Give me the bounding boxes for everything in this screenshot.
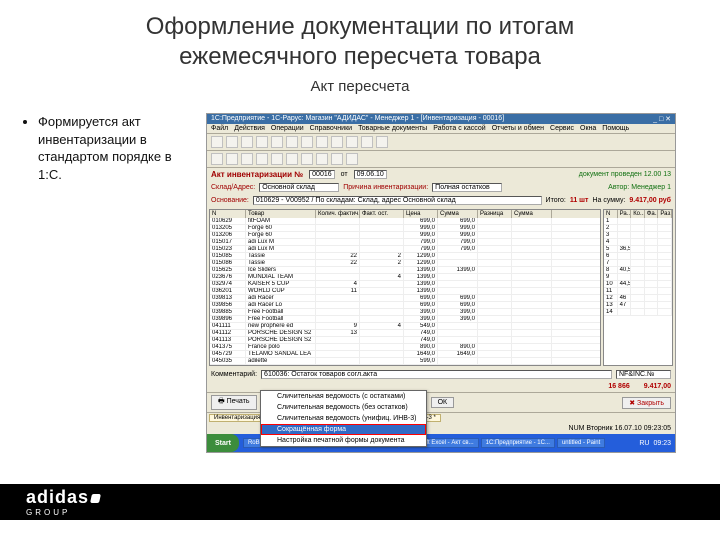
ok-button[interactable]: ОК	[431, 397, 455, 408]
bullet-text: Формируется акт инвентаризации в стандар…	[24, 113, 194, 453]
table-row[interactable]: 041113PORSCHE DESIGN S2749,0	[210, 337, 600, 344]
menu-bar[interactable]: Файл Действия Операции Справочники Товарные …	[207, 124, 675, 134]
table-row[interactable]: 039856adi Racer Lo699,0699,0	[210, 302, 600, 309]
basis-field[interactable]: 010629 - V00952 / По складам: Склад, адр…	[253, 196, 542, 205]
table-row[interactable]: 032974KAISER 5 CUP41399,0	[210, 281, 600, 288]
taskbar-item[interactable]: 1С:Предприятие - 1С...	[481, 438, 555, 448]
window-titlebar: 1С:Предприятие - 1С-Рарус: Магазин "АДИД…	[207, 114, 675, 124]
side-grid[interactable]: NРа...Ко...Фа...Раз... 1234536,567840,59…	[603, 209, 673, 366]
table-row[interactable]: 1	[604, 218, 672, 225]
table-row[interactable]: 015625Ice Sliders1399,01399,0	[210, 267, 600, 274]
toolbar-2[interactable]	[207, 151, 675, 168]
menu-item[interactable]: Товарные документы	[358, 125, 427, 132]
menu-item[interactable]: Справочники	[310, 125, 352, 132]
table-row[interactable]: 11	[604, 288, 672, 295]
art-field[interactable]: NF&INC.№	[616, 370, 671, 379]
taskbar-item[interactable]: untitled - Paint	[557, 438, 605, 448]
context-menu-item[interactable]: Сличительная ведомость (унифиц. ИНВ-3)	[261, 413, 426, 424]
toolbar-1[interactable]	[207, 134, 675, 151]
table-row[interactable]: 010629fitFOAM699,0699,0	[210, 218, 600, 225]
table-row[interactable]: 041112PORSCHE DESIGN S213749,0	[210, 330, 600, 337]
table-row[interactable]: 536,5	[604, 246, 672, 253]
table-row[interactable]: 015085Tassie2221299,0	[210, 253, 600, 260]
table-row[interactable]: 045729TELAMO SANDAL LEA1649,01649,0	[210, 351, 600, 358]
doc-number-field[interactable]: 00016	[309, 170, 334, 179]
menu-item[interactable]: Окна	[580, 125, 596, 132]
menu-item[interactable]: Файл	[211, 125, 228, 132]
warehouse-field[interactable]: Основной склад	[259, 183, 339, 192]
table-row[interactable]: 6	[604, 253, 672, 260]
menu-item[interactable]: Помощь	[602, 125, 629, 132]
table-row[interactable]: 2	[604, 225, 672, 232]
context-menu-item[interactable]: Настройка печатной формы документа	[261, 435, 426, 446]
table-row[interactable]: 045035adilette599,0	[210, 358, 600, 365]
table-row[interactable]: 013205Forge 60999,0999,0	[210, 225, 600, 232]
context-menu[interactable]: Сличительная ведомость (с остатками)Слич…	[260, 390, 427, 447]
table-row[interactable]: 039896Free Football399,0399,0	[210, 316, 600, 323]
menu-item[interactable]: Отчеты и обмен	[492, 125, 544, 132]
context-menu-item[interactable]: Сокращённая форма	[261, 424, 426, 435]
table-row[interactable]: 039813adi Racer699,0699,0	[210, 295, 600, 302]
slide-footer: adidas GROUP	[0, 484, 720, 540]
table-row[interactable]: 3	[604, 232, 672, 239]
table-row[interactable]: 015023adi Lux M799,0799,0	[210, 246, 600, 253]
table-row[interactable]: 041111new prophere ed94549,0	[210, 323, 600, 330]
reason-field[interactable]: Полная остатков	[432, 183, 502, 192]
start-button[interactable]: Start	[207, 434, 239, 452]
slide-subtitle: Акт пересчета	[0, 78, 720, 95]
table-row[interactable]: 039885Free Football399,0399,0	[210, 309, 600, 316]
print-button[interactable]: 🖶 Печать	[211, 395, 257, 410]
table-row[interactable]: 013206Forge 60999,0999,0	[210, 232, 600, 239]
doc-header: Акт инвентаризации № 00016 от 09.06.10 д…	[207, 168, 675, 181]
comment-field[interactable]: 610036: Остаток товаров согл.акта	[261, 370, 612, 379]
context-menu-item[interactable]: Сличительная ведомость (без остатков)	[261, 402, 426, 413]
menu-item[interactable]: Сервис	[550, 125, 574, 132]
table-row[interactable]: 4	[604, 239, 672, 246]
doc-date-field[interactable]: 09.06.10	[354, 170, 387, 179]
table-row[interactable]: 1044,5	[604, 281, 672, 288]
menu-item[interactable]: Операции	[271, 125, 304, 132]
brand-logo: adidas GROUP	[26, 487, 100, 517]
table-row[interactable]: 14	[604, 309, 672, 316]
table-row[interactable]: 1246	[604, 295, 672, 302]
close-button[interactable]: ✖ Закрыть	[622, 397, 671, 409]
table-row[interactable]: 1347	[604, 302, 672, 309]
table-row[interactable]: 015086Tassie2221299,0	[210, 260, 600, 267]
table-row[interactable]: 023676MUNDIAL TEAM41399,0	[210, 274, 600, 281]
table-row[interactable]: 9	[604, 274, 672, 281]
table-row[interactable]: 7	[604, 260, 672, 267]
context-menu-item[interactable]: Сличительная ведомость (с остатками)	[261, 391, 426, 402]
menu-item[interactable]: Действия	[234, 125, 265, 132]
table-row[interactable]: 041375France polo890,0890,0	[210, 344, 600, 351]
main-grid[interactable]: NТоварКолич. фактич.Факт. ост.ЦенаСуммаР…	[209, 209, 601, 366]
table-row[interactable]: 036201WORLD CUP111399,0	[210, 288, 600, 295]
table-row[interactable]: 015017adi Lux M799,0799,0	[210, 239, 600, 246]
slide-title: Оформление документации по итогам ежемес…	[0, 0, 720, 72]
menu-item[interactable]: Работа с кассой	[433, 125, 485, 132]
table-row[interactable]: 840,5	[604, 267, 672, 274]
